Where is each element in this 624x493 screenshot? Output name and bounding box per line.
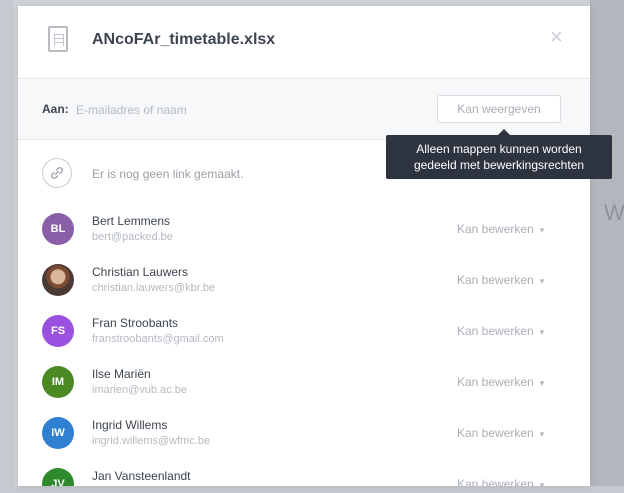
member-name: Jan Vansteenlandt	[92, 469, 191, 483]
permission-button[interactable]: Kan weergeven	[437, 95, 561, 123]
member-row: IW Ingrid Willems ingrid.willems@wfmc.be Ka…	[18, 410, 590, 458]
member-row: IM Ilse Mariën imarien@vub.ac.be Kan bewerk…	[18, 359, 590, 407]
chevron-down-icon: ▾	[539, 378, 545, 388]
avatar: IM	[42, 366, 74, 398]
member-name: Ingrid Willems	[92, 418, 168, 432]
background-page-left	[0, 0, 14, 493]
chevron-down-icon: ▾	[539, 327, 545, 337]
member-name: Bert Lemmens	[92, 214, 171, 228]
chevron-down-icon: ▾	[539, 225, 545, 235]
background-page-right	[590, 0, 624, 493]
recipient-input[interactable]	[74, 96, 378, 124]
permission-tooltip: Alleen mappen kunnen worden gedeeld met …	[386, 129, 612, 179]
permission-label: Kan bewerken	[457, 477, 534, 486]
avatar	[42, 264, 74, 296]
member-email: franstroobants@gmail.com	[92, 333, 224, 345]
member-row: FS Fran Stroobants franstroobants@gmail.co…	[18, 308, 590, 356]
file-name: ANcoFAr_timetable.xlsx	[92, 31, 276, 48]
link-icon[interactable]	[42, 158, 72, 188]
permission-label: Kan bewerken	[457, 222, 534, 236]
dialog-header: ANcoFAr_timetable.xlsx ×	[18, 6, 590, 79]
member-email: christian.lauwers@kbr.be	[92, 282, 216, 294]
avatar: BL	[42, 213, 74, 245]
member-email: imarien@vub.ac.be	[92, 384, 187, 396]
tooltip-line-2: gedeeld met bewerkingsrechten	[413, 158, 585, 172]
permission-label: Kan bewerken	[457, 375, 534, 389]
member-permission-dropdown[interactable]: Kan bewerken ▾	[457, 375, 544, 389]
member-permission-dropdown[interactable]: Kan bewerken ▾	[457, 273, 544, 287]
spreadsheet-file-icon	[48, 26, 68, 52]
chevron-down-icon: ▾	[539, 429, 545, 439]
chevron-down-icon: ▾	[539, 276, 545, 286]
member-name: Ilse Mariën	[92, 367, 151, 381]
close-icon[interactable]: ×	[550, 26, 563, 48]
member-name: Christian Lauwers	[92, 265, 189, 279]
member-permission-dropdown[interactable]: Kan bewerken ▾	[457, 324, 544, 338]
member-row: Christian Lauwers christian.lauwers@kbr.b…	[18, 257, 590, 305]
member-email: bert@packed.be	[92, 231, 173, 243]
member-row: BL Bert Lemmens bert@packed.be Kan bewerken…	[18, 206, 590, 254]
permission-label: Kan bewerken	[457, 426, 534, 440]
member-permission-dropdown[interactable]: Kan bewerken ▾	[457, 222, 544, 236]
avatar: JV	[42, 468, 74, 486]
tooltip-line-1: Alleen mappen kunnen worden	[416, 142, 582, 156]
background-partial-text: W	[604, 200, 624, 225]
no-link-text: Er is nog geen link gemaakt.	[92, 167, 244, 181]
share-dialog: ANcoFAr_timetable.xlsx × Aan: Kan weerge…	[18, 6, 590, 486]
avatar: FS	[42, 315, 74, 347]
member-permission-dropdown[interactable]: Kan bewerken ▾	[457, 426, 544, 440]
recipient-label: Aan:	[42, 102, 69, 116]
permission-label: Kan bewerken	[457, 324, 534, 338]
member-permission-dropdown[interactable]: Kan bewerken ▾	[457, 477, 544, 486]
member-email: ingrid.willems@wfmc.be	[92, 435, 211, 447]
chevron-down-icon: ▾	[539, 480, 545, 486]
member-name: Fran Stroobants	[92, 316, 179, 330]
background-page-bottom	[0, 486, 624, 493]
member-row: JVJan Vansteenlandtjan@vanssteenlandt.co…	[18, 461, 590, 486]
permission-label: Kan bewerken	[457, 273, 534, 287]
avatar: IW	[42, 417, 74, 449]
